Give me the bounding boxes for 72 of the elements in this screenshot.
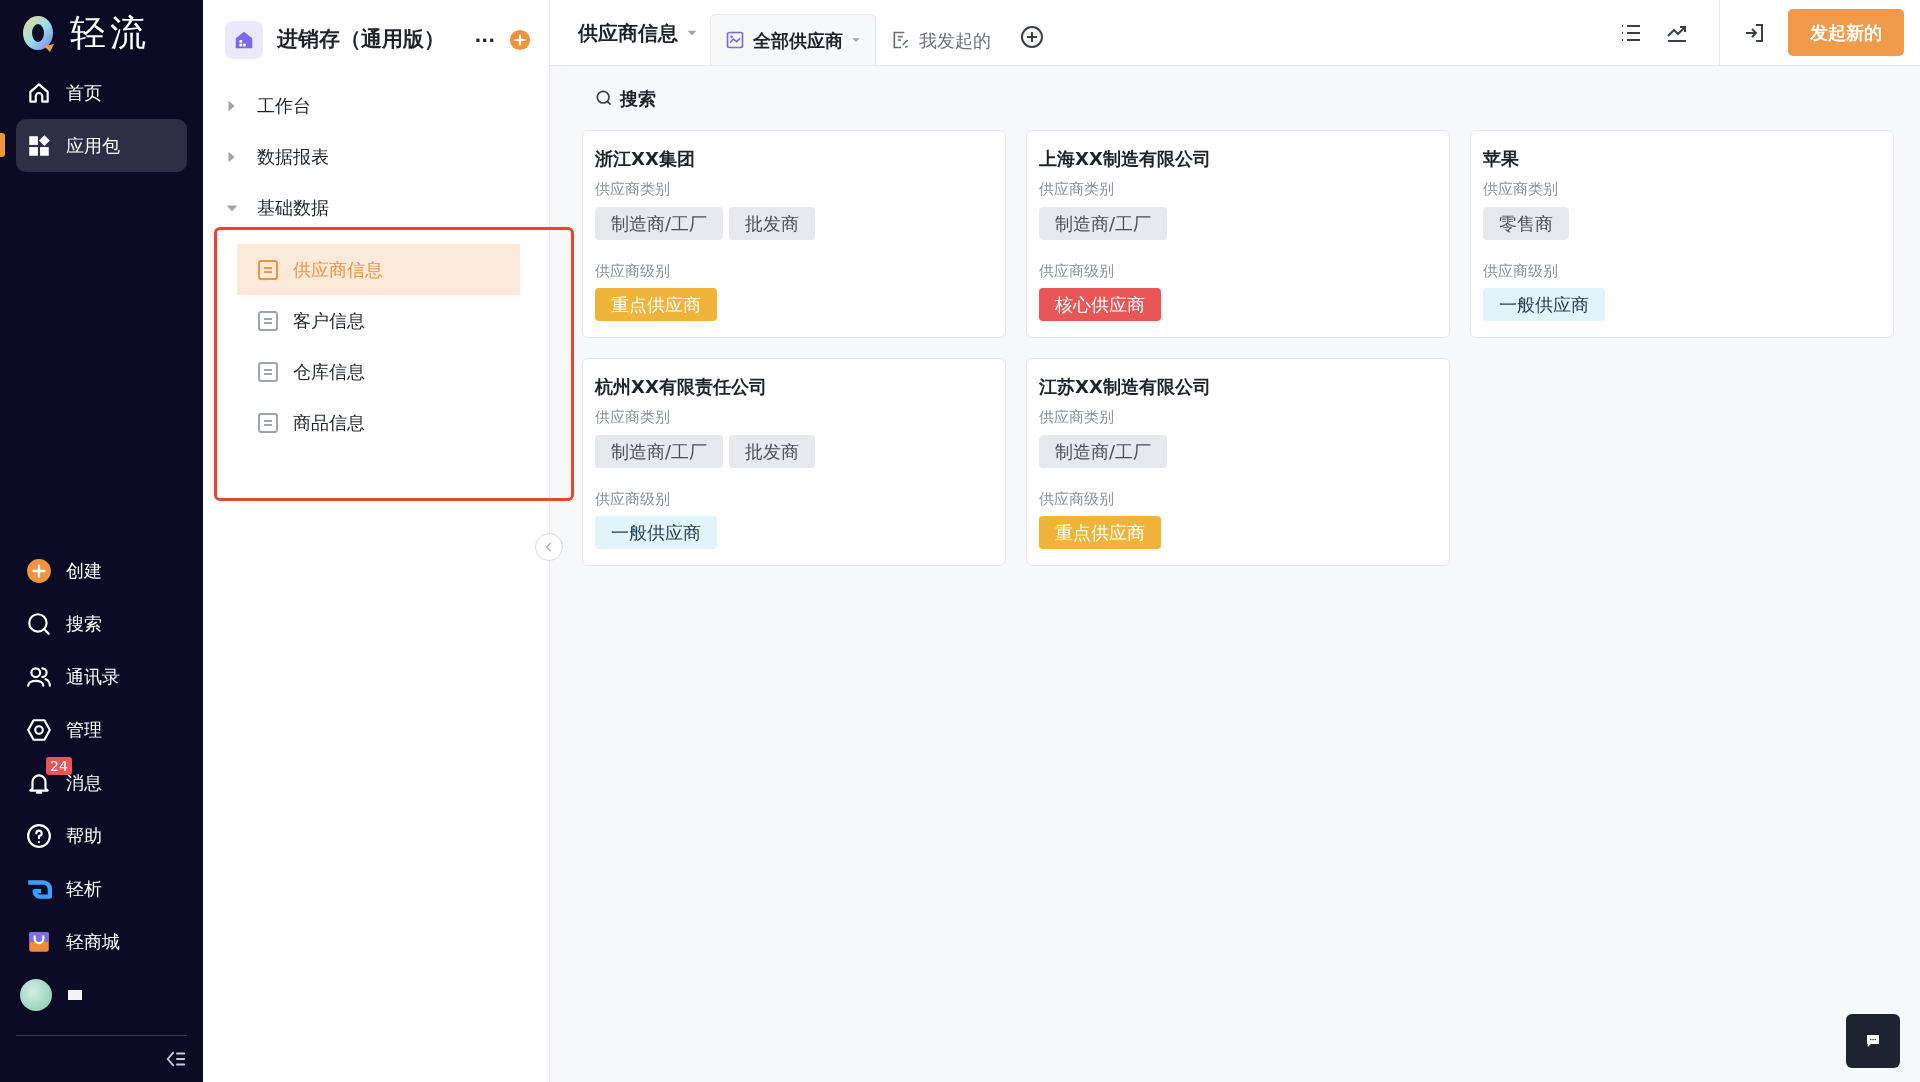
tree-item[interactable]: 数据报表: [225, 131, 531, 182]
avatar[interactable]: [20, 978, 52, 1011]
supplier-name: 上海XX制造有限公司: [1039, 147, 1212, 171]
tree-item[interactable]: 基础数据: [225, 182, 531, 233]
search-icon: [594, 88, 614, 108]
category-tag: 制造商/工厂: [1039, 434, 1168, 468]
nav-item[interactable]: 管理: [16, 703, 187, 756]
category-tag: 制造商/工厂: [1039, 206, 1168, 240]
nav-item[interactable]: 轻析: [16, 862, 187, 915]
view-tab[interactable]: 全部供应商: [710, 14, 876, 65]
field-label: 供应商类别: [1039, 407, 1115, 428]
supplier-name: 苹果: [1483, 147, 1520, 171]
redacted-name-block: [68, 989, 82, 1000]
category-tag: 制造商/工厂: [595, 434, 724, 468]
logo-text: 轻流: [70, 11, 150, 55]
category-tag: 批发商: [729, 206, 816, 240]
help-icon: [26, 822, 52, 849]
form-icon: [257, 258, 279, 281]
document-edit-icon: [891, 30, 911, 50]
tree-item[interactable]: 客户信息: [237, 295, 520, 346]
tree-item[interactable]: 工作台: [225, 80, 531, 131]
supplier-card[interactable]: 浙江XX集团 供应商类别 制造商/工厂 批发商 供应商级别 重点供应商: [582, 130, 1006, 338]
more-button[interactable]: ···: [474, 26, 495, 54]
grid-icon: [26, 132, 52, 159]
supplier-card[interactable]: 江苏XX制造有限公司 供应商类别 制造商/工厂 供应商级别 重点供应商: [1026, 358, 1450, 566]
field-label: 供应商类别: [1039, 179, 1115, 200]
level-tag: 一般供应商: [1483, 288, 1605, 321]
nav-item[interactable]: 轻商城: [16, 915, 187, 968]
supplier-name: 浙江XX集团: [595, 147, 696, 171]
form-icon: [257, 360, 279, 383]
category-tag: 制造商/工厂: [595, 206, 724, 240]
field-label: 供应商类别: [595, 179, 671, 200]
nav-item[interactable]: 创建: [16, 544, 187, 597]
view-title-dropdown[interactable]: 供应商信息: [578, 0, 698, 65]
category-tag: 零售商: [1483, 206, 1569, 240]
nav-item[interactable]: 通讯录: [16, 650, 187, 703]
nav-item[interactable]: 搜索: [16, 597, 187, 650]
field-label: 供应商类别: [1483, 179, 1559, 200]
supplier-name: 杭州XX有限责任公司: [595, 375, 768, 399]
field-label: 供应商级别: [595, 488, 671, 510]
search-button[interactable]: 搜索: [594, 84, 656, 112]
supplier-card[interactable]: 苹果 供应商类别 零售商 供应商级别 一般供应商: [1470, 130, 1894, 338]
chat-button[interactable]: [1846, 1014, 1900, 1068]
app-title: 进销存（通用版）: [277, 26, 446, 54]
field-label: 供应商类别: [595, 407, 671, 428]
tree-item[interactable]: 商品信息: [237, 397, 520, 448]
supplier-card[interactable]: 杭州XX有限责任公司 供应商类别 制造商/工厂 批发商 供应商级别 一般供应商: [582, 358, 1006, 566]
field-label: 供应商级别: [1039, 488, 1115, 510]
form-icon: [257, 309, 279, 332]
supplier-card[interactable]: 上海XX制造有限公司 供应商类别 制造商/工厂 供应商级别 核心供应商: [1026, 130, 1450, 338]
add-view-icon[interactable]: [1020, 24, 1044, 49]
nav-item[interactable]: 消息 24: [16, 756, 187, 809]
nav-item[interactable]: 帮助: [16, 809, 187, 862]
hexagon-gear-icon: [26, 716, 52, 743]
field-label: 供应商级别: [1039, 260, 1115, 282]
level-tag: 核心供应商: [1039, 288, 1161, 321]
category-tag: 批发商: [729, 434, 816, 468]
plus-circle-icon: [26, 557, 52, 584]
nav-item[interactable]: 首页: [16, 66, 187, 119]
supplier-name: 江苏XX制造有限公司: [1039, 375, 1212, 399]
form-icon: [257, 411, 279, 434]
level-tag: 重点供应商: [1039, 516, 1161, 549]
level-tag: 一般供应商: [595, 516, 717, 549]
search-icon: [26, 610, 52, 637]
field-label: 供应商级别: [1483, 260, 1559, 282]
tree-item[interactable]: 仓库信息: [237, 346, 520, 397]
level-tag: 重点供应商: [595, 288, 717, 321]
house-icon: [233, 29, 255, 51]
field-label: 供应商级别: [595, 260, 671, 282]
view-tab[interactable]: 我发起的: [876, 14, 1006, 65]
image-chart-icon: [725, 30, 745, 50]
notification-count: 24: [46, 757, 72, 775]
